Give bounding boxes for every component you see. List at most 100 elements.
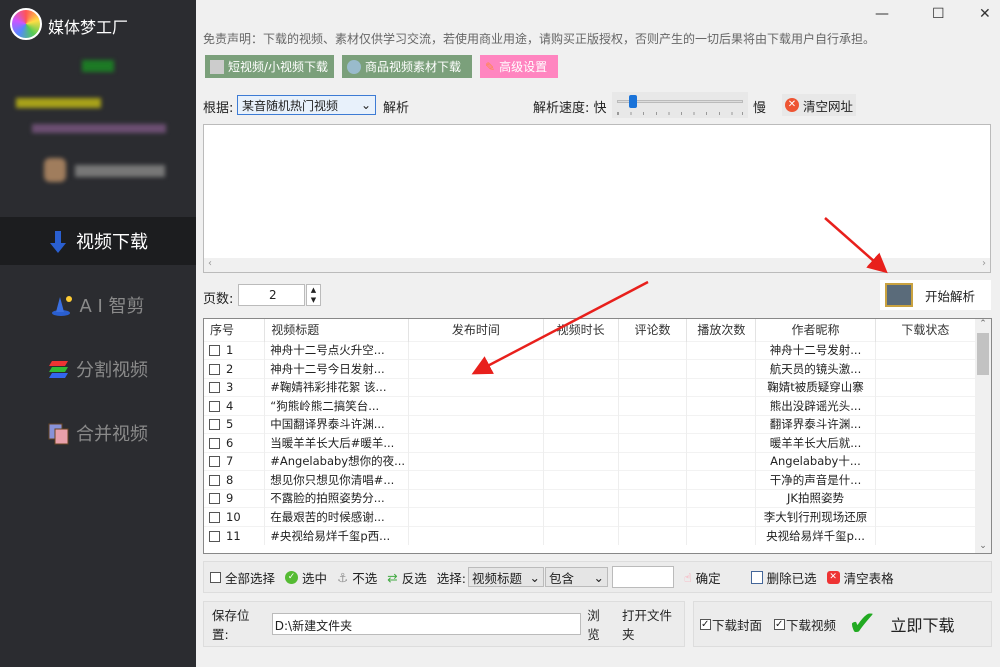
scrollbar-thumb[interactable] [977,333,989,375]
row-checkbox[interactable] [209,345,220,357]
clear-url-button[interactable]: ✕ 清空网址 [782,94,857,116]
select-button[interactable]: ✓ 选中 [285,568,327,587]
window-icon [750,570,763,584]
maximize-button[interactable]: ☐ [932,6,945,22]
slider-thumb[interactable] [628,95,637,108]
label: 立即下载 [890,616,955,635]
column-header[interactable]: 视频标题 [264,319,409,341]
row-checkbox[interactable] [209,474,220,486]
confirm-button[interactable]: ☝ 确定 [684,568,721,587]
table-row[interactable]: 4 “狗熊岭熊二搞笑台... 熊出没辟谣光头... [204,396,977,415]
row-checkbox[interactable] [209,419,220,431]
author-name: 李大钊行刑现场还原 [755,507,876,526]
delete-selected-button[interactable]: 删除已选 [750,568,817,587]
label: 删除已选 [766,570,817,586]
speed-label: 解析速度: 快 [533,101,607,116]
speed-slider[interactable] [612,92,748,118]
column-header[interactable]: 播放次数 [686,319,757,341]
table-row[interactable]: 2 神舟十二号今日发射... 航天员的镜头激... [204,359,977,378]
column-header[interactable]: 作者昵称 [755,319,876,341]
blurred-user-name [16,98,101,108]
author-name: 央视给易烊千玺p... [755,525,876,545]
mode-select[interactable]: 包含 ⌄ [544,567,608,587]
minimize-button[interactable]: — [875,6,889,22]
chevron-down-icon: ⌄ [529,569,540,585]
download-cover-checkbox[interactable]: ✓ 下载封面 [700,615,762,634]
close-button[interactable]: ✕ [979,6,991,22]
table-row[interactable]: 6 当暖羊羊长大后#暖羊... 暖羊羊长大后就... [204,433,977,452]
author-name: 暖羊羊长大后就... [755,433,876,452]
table-row[interactable]: 8 想见你只想见你清唱#... 干净的声音是什... [204,470,977,489]
sidebar-item-ai-edit[interactable]: A I 智剪 [0,281,196,329]
wrench-icon: ✎ [485,59,496,74]
column-header[interactable]: 序号 [204,319,266,341]
button-label: 清空网址 [803,98,854,114]
row-checkbox[interactable] [209,382,220,394]
vertical-scrollbar[interactable]: ⌃ ⌄ [975,319,991,553]
invert-button[interactable]: ⇄ 反选 [387,568,427,587]
save-path-input[interactable]: D:\新建文件夹 [271,613,582,635]
row-checkbox[interactable] [209,530,220,542]
sidebar-item-split-video[interactable]: 分割视频 [0,345,196,393]
sidebar-item-video-download[interactable]: 视频下载 [0,217,196,265]
basis-select[interactable]: 某音随机热门视频 ⌄ [237,95,376,115]
horizontal-scrollbar[interactable]: ‹ › [204,258,990,272]
pages-stepper[interactable]: ▲ ▼ [306,284,321,306]
video-title: 神舟十二号点火升空... [264,340,409,360]
table-row[interactable]: 1 神舟十二号点火升空... 神舟十二号发射... [204,340,977,360]
author-name: 航天员的镜头激... [755,359,876,378]
author-name: JK拍照姿势 [755,488,876,508]
basis-value: 某音随机热门视频 [242,98,339,113]
video-title: 当暖羊羊长大后#暖羊... [264,433,409,452]
select-all-checkbox[interactable]: 全部选择 [210,568,275,587]
row-index: 6 [226,435,234,450]
advanced-settings-button[interactable]: ✎ 高级设置 [480,55,558,78]
row-index: 4 [226,398,234,413]
label: 下载封面 [712,617,763,633]
browse-button[interactable]: 浏览 [587,605,612,643]
green-check-icon: ✓ [285,570,299,584]
magnifier-icon [885,283,913,307]
button-label: 开始解析 [925,288,976,304]
table-row[interactable]: 11 #央视给易烊千玺p西... 央视给易烊千玺p... [204,525,977,545]
row-checkbox[interactable] [209,511,220,523]
column-header[interactable]: 发布时间 [408,319,544,341]
app-logo [10,8,42,40]
video-title: 不露脸的拍照姿势分... [264,488,409,508]
row-checkbox[interactable] [209,437,220,449]
column-header[interactable]: 评论数 [618,319,688,341]
save-label: 保存位置: [212,608,250,642]
table-row[interactable]: 7 #Angelababy想你的夜... Angelababy十... [204,451,977,471]
row-index: 11 [226,528,241,543]
label: 不选 [352,570,378,586]
row-checkbox[interactable] [209,456,220,468]
deselect-button[interactable]: ⚓ 不选 [337,568,377,587]
table-row[interactable]: 3 #鞠婧祎彩排花絮 该... 鞠婧t被质疑穿山寨 [204,377,977,397]
download-video-checkbox[interactable]: ✓ 下载视频 [774,615,836,634]
sidebar-item-merge-video[interactable]: 合并视频 [0,409,196,457]
swap-icon: ⇄ [387,569,398,585]
product-video-download-button[interactable]: 商品视频素材下载 [342,55,472,78]
red-x-icon: ✕ [785,98,799,112]
start-parse-button[interactable]: 开始解析 [880,280,991,310]
button-label: 商品视频素材下载 [365,60,462,74]
row-checkbox[interactable] [209,493,220,505]
short-video-download-button[interactable]: 短视频/小视频下载 [205,55,334,78]
table-row[interactable]: 9 不露脸的拍照姿势分... JK拍照姿势 [204,488,977,508]
download-arrow-icon [48,231,68,253]
url-textarea[interactable]: ‹ › [203,124,991,273]
pages-input[interactable]: 2 [238,284,305,306]
sidebar-item-label: A I 智剪 [79,296,145,317]
table-row[interactable]: 10 在最艰苦的时候感谢... 李大钊行刑现场还原 [204,507,977,526]
row-checkbox[interactable] [209,363,220,375]
table-row[interactable]: 5 中国翻译界泰斗许渊... 翻译界泰斗许渊... [204,414,977,434]
merge-icon [48,423,69,445]
open-folder-button[interactable]: 打开文件夹 [622,605,684,643]
filter-input[interactable] [611,566,674,588]
field-select[interactable]: 视频标题 ⌄ [467,567,544,587]
clear-table-button[interactable]: ✕ 清空表格 [826,568,894,587]
column-header[interactable]: 视频时长 [543,319,619,341]
download-now-button[interactable]: ✔ 立即下载 [848,607,955,641]
row-checkbox[interactable] [209,400,220,412]
column-header[interactable]: 下载状态 [875,319,977,341]
